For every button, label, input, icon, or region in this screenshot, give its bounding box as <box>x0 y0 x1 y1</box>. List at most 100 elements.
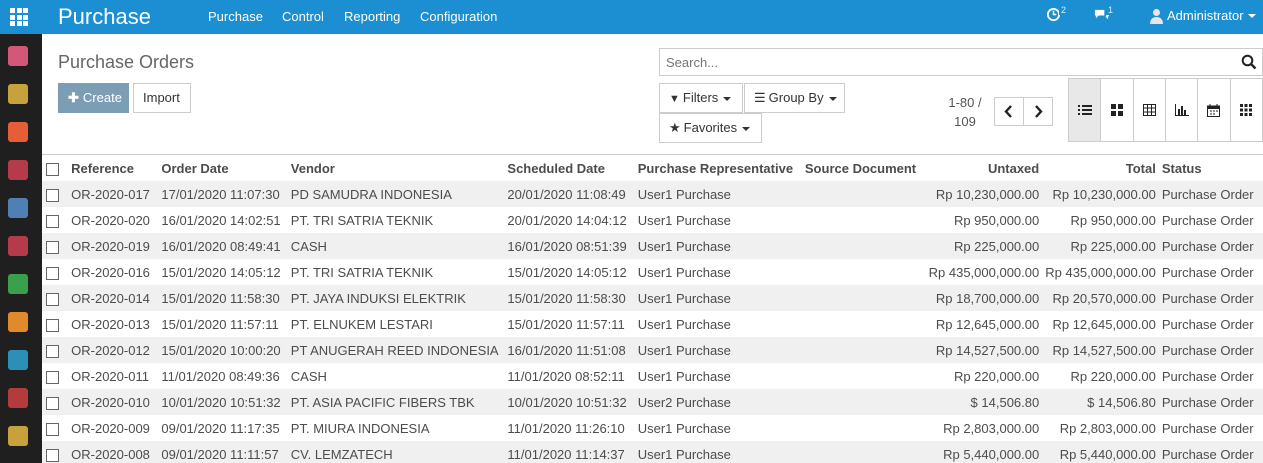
graph-view-button[interactable] <box>1165 79 1199 141</box>
table-row[interactable]: OR-2020-017 17/01/2020 11:07:30 PD SAMUDRA… <box>42 181 1263 207</box>
cell-total: Rp 2,803,000.00 <box>1059 420 1156 436</box>
cell-scheduled-date: 16/01/2020 08:51:39 <box>507 238 627 254</box>
cell-source-document <box>802 337 919 363</box>
table-row[interactable]: OR-2020-014 15/01/2020 11:58:30 PT. JAYA I… <box>42 285 1263 311</box>
create-button[interactable]: ✚ Create <box>58 83 129 113</box>
row-select-cell <box>42 389 68 415</box>
menu-reporting[interactable]: Reporting <box>344 9 400 24</box>
column-status[interactable]: Status <box>1159 155 1263 181</box>
cell-untaxed: Rp 220,000.00 <box>953 368 1040 384</box>
row-checkbox[interactable] <box>46 188 59 202</box>
cell-vendor: CASH <box>290 238 327 254</box>
column-total[interactable]: Total <box>1042 155 1159 181</box>
search-icon[interactable] <box>1241 54 1257 70</box>
cell-representative: User1 Purchase <box>637 420 731 436</box>
row-checkbox[interactable] <box>46 370 59 384</box>
pager-previous-button[interactable] <box>994 97 1024 126</box>
settings-wrench-icon[interactable] <box>8 274 28 294</box>
row-checkbox[interactable] <box>46 396 59 410</box>
employees-icon[interactable] <box>8 350 28 370</box>
purchase-icon[interactable] <box>8 236 28 256</box>
cell-representative: User2 Purchase <box>637 394 731 410</box>
row-checkbox[interactable] <box>46 240 59 254</box>
user-icon <box>1150 9 1163 24</box>
bar-chart-icon <box>1174 104 1189 116</box>
dashboard-icon[interactable] <box>8 122 28 142</box>
cell-source-document <box>802 233 919 259</box>
activity-badge: 2 <box>1059 5 1069 15</box>
row-checkbox[interactable] <box>46 292 59 306</box>
column-scheduled-date[interactable]: Scheduled Date <box>504 155 634 181</box>
cell-scheduled-date: 15/01/2020 11:58:30 <box>507 290 626 306</box>
user-menu[interactable]: Administrator <box>1150 8 1256 24</box>
inventory-icon[interactable] <box>8 160 28 180</box>
apps-icon[interactable] <box>8 388 28 408</box>
cell-status: Purchase Order <box>1161 420 1254 436</box>
row-select-cell <box>42 207 68 233</box>
pivot-view-button[interactable] <box>1133 79 1166 141</box>
filter-icon: ▼ <box>669 93 680 105</box>
table-row[interactable]: OR-2020-008 09/01/2020 11:11:57 CV. LEMZAT… <box>42 441 1263 463</box>
discuss-icon[interactable] <box>8 46 28 66</box>
select-all-checkbox[interactable] <box>46 162 59 176</box>
pager-range[interactable]: 1-80 / <box>940 93 990 112</box>
favorites-button[interactable]: ★ Favorites <box>659 113 762 143</box>
row-select-cell <box>42 337 68 363</box>
row-checkbox[interactable] <box>46 422 59 436</box>
calendar-icon[interactable] <box>8 84 28 104</box>
table-row[interactable]: OR-2020-012 15/01/2020 10:00:20 PT ANUGERA… <box>42 337 1263 363</box>
cell-representative: User1 Purchase <box>637 290 731 306</box>
column-untaxed[interactable]: Untaxed <box>919 155 1042 181</box>
cell-total: $ 14,506.80 <box>1087 394 1156 410</box>
column-source-document[interactable]: Source Document <box>802 155 919 181</box>
row-checkbox[interactable] <box>46 344 59 358</box>
import-button[interactable]: Import <box>133 83 191 113</box>
pager[interactable]: 1-80 / 109 <box>940 93 990 131</box>
app-sidebar <box>0 34 42 463</box>
table-row[interactable]: OR-2020-011 11/01/2020 08:49:36 CASH 11/01/… <box>42 363 1263 389</box>
search-box[interactable] <box>659 48 1263 76</box>
kanban-view-button[interactable] <box>1101 79 1134 141</box>
menu-control[interactable]: Control <box>282 9 324 24</box>
row-checkbox[interactable] <box>46 214 59 228</box>
table-row[interactable]: OR-2020-009 09/01/2020 11:17:35 PT. MIURA … <box>42 415 1263 441</box>
row-checkbox[interactable] <box>46 448 59 462</box>
cell-order-date: 09/01/2020 11:17:35 <box>161 420 280 436</box>
settings-gear-icon[interactable] <box>8 426 28 446</box>
table-row[interactable]: OR-2020-013 15/01/2020 11:57:11 PT. ELNUKE… <box>42 311 1263 337</box>
control-panel: Purchase Orders ✚Create Import ▼Filters … <box>42 34 1263 154</box>
cell-source-document <box>802 311 919 337</box>
table-row[interactable]: OR-2020-016 15/01/2020 14:05:12 PT. TRI SA… <box>42 259 1263 285</box>
column-purchase-representative[interactable]: Purchase Representative <box>635 155 802 181</box>
table-row[interactable]: OR-2020-010 10/01/2020 10:51:32 PT. ASIA P… <box>42 389 1263 415</box>
row-checkbox[interactable] <box>46 266 59 280</box>
cell-total: Rp 225,000.00 <box>1070 238 1156 254</box>
row-checkbox[interactable] <box>46 318 59 332</box>
cell-status: Purchase Order <box>1161 212 1254 228</box>
table-row[interactable]: OR-2020-020 16/01/2020 14:02:51 PT. TRI SA… <box>42 207 1263 233</box>
menu-configuration[interactable]: Configuration <box>420 9 497 24</box>
cell-vendor: CV. LEMZATECH <box>290 446 393 462</box>
search-input[interactable] <box>660 49 1220 75</box>
cell-order-date: 16/01/2020 08:49:41 <box>161 238 281 254</box>
filters-button[interactable]: ▼ Filters <box>659 83 743 113</box>
pager-next-button[interactable] <box>1023 97 1053 126</box>
menu-purchase[interactable]: Purchase <box>208 9 263 24</box>
apps-menu-icon[interactable] <box>10 8 28 26</box>
table-row[interactable]: OR-2020-019 16/01/2020 08:49:41 CASH 16/01/… <box>42 233 1263 259</box>
column-order-date[interactable]: Order Date <box>158 155 287 181</box>
activity-view-button[interactable] <box>1230 79 1262 141</box>
invoice-icon[interactable] <box>8 312 28 332</box>
column-reference[interactable]: Reference <box>68 155 158 181</box>
cell-representative: User1 Purchase <box>637 264 731 280</box>
messaging-menu[interactable]: 1 <box>1093 5 1116 25</box>
list-view-button[interactable] <box>1069 79 1102 141</box>
cell-scheduled-date: 15/01/2020 14:05:12 <box>507 264 627 280</box>
cell-status: Purchase Order <box>1161 368 1254 384</box>
cell-reference: OR-2020-016 <box>71 264 150 280</box>
activity-menu[interactable]: 2 <box>1046 5 1069 25</box>
accounting-icon[interactable] <box>8 198 28 218</box>
column-vendor[interactable]: Vendor <box>288 155 505 181</box>
calendar-view-button[interactable] <box>1198 79 1231 141</box>
group-by-button[interactable]: ☰ Group By <box>744 83 845 113</box>
